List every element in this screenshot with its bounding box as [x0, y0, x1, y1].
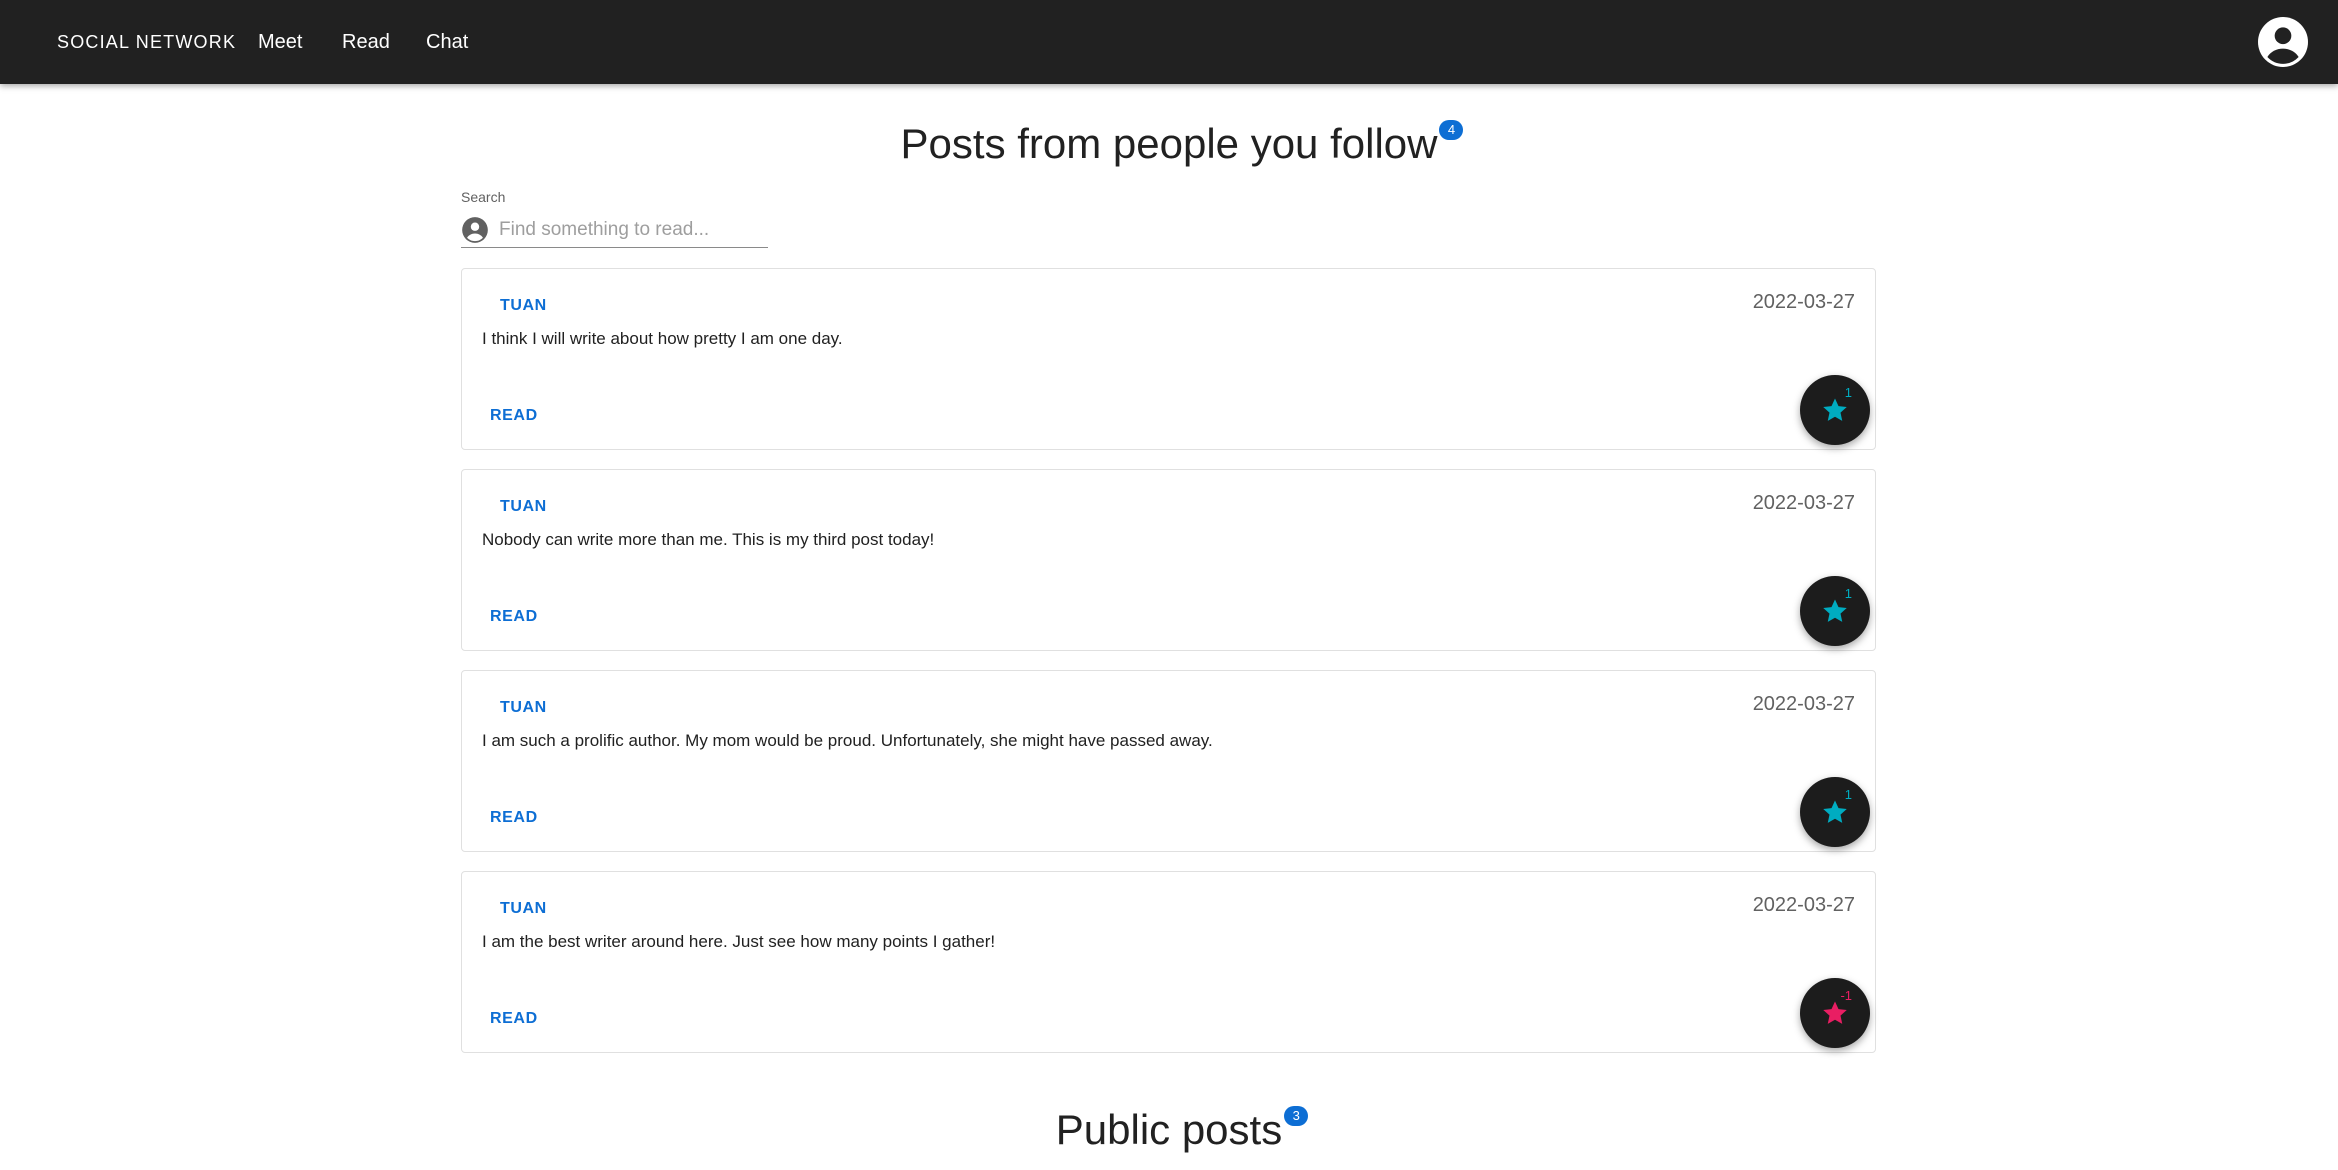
- post-author-button[interactable]: TUAN: [500, 498, 547, 516]
- app-brand[interactable]: SOCIAL NETWORK: [57, 0, 236, 84]
- post-text: Nobody can write more than me. This is m…: [482, 530, 935, 549]
- public-count-badge: 3: [1284, 1106, 1309, 1126]
- follow-section-title-text: Posts from people you follow: [900, 120, 1438, 167]
- star-points-button[interactable]: -1: [1800, 978, 1870, 1048]
- star-points-count: 1: [1844, 385, 1852, 400]
- star-points-button[interactable]: 1: [1800, 576, 1870, 646]
- post-text: I am such a prolific author. My mom woul…: [482, 731, 1213, 750]
- search-field: [461, 212, 768, 248]
- post-date: 2022-03-27: [1752, 693, 1855, 715]
- post-date: 2022-03-27: [1752, 492, 1855, 514]
- public-section-title-text: Public posts: [1055, 1106, 1283, 1153]
- star-points-count: 1: [1844, 586, 1852, 601]
- public-section-title: Public posts 3: [0, 1106, 2338, 1154]
- post-card: TUAN 2022-03-27 I am the best writer aro…: [461, 871, 1876, 1053]
- post-card: TUAN 2022-03-27 I think I will write abo…: [461, 268, 1876, 450]
- search-input[interactable]: [499, 218, 759, 241]
- post-author-button[interactable]: TUAN: [500, 297, 547, 315]
- nav-chat[interactable]: Chat: [426, 0, 468, 84]
- post-author-button[interactable]: TUAN: [500, 900, 547, 918]
- account-circle-icon: [461, 216, 489, 244]
- follow-count-badge: 4: [1439, 120, 1464, 140]
- post-card: TUAN 2022-03-27 Nobody can write more th…: [461, 469, 1876, 651]
- follow-section-title: Posts from people you follow 4: [0, 120, 2338, 168]
- post-date: 2022-03-27: [1752, 291, 1855, 313]
- post-text: I am the best writer around here. Just s…: [482, 932, 996, 951]
- star-points-button[interactable]: 1: [1800, 375, 1870, 445]
- search-label: Search: [461, 189, 506, 205]
- star-points-button[interactable]: 1: [1800, 777, 1870, 847]
- read-button[interactable]: READ: [490, 407, 538, 425]
- top-app-bar: SOCIAL NETWORK Meet Read Chat: [0, 0, 2338, 84]
- nav-read[interactable]: Read: [342, 0, 390, 84]
- star-points-count: 1: [1844, 787, 1852, 802]
- post-text: I think I will write about how pretty I …: [482, 329, 843, 348]
- read-button[interactable]: READ: [490, 1010, 538, 1028]
- read-button[interactable]: READ: [490, 809, 538, 827]
- star-points-count: -1: [1840, 988, 1852, 1003]
- read-button[interactable]: READ: [490, 608, 538, 626]
- nav-meet[interactable]: Meet: [258, 0, 302, 84]
- account-circle-icon[interactable]: [2258, 17, 2308, 67]
- post-author-button[interactable]: TUAN: [500, 699, 547, 717]
- post-date: 2022-03-27: [1752, 894, 1855, 916]
- post-card: TUAN 2022-03-27 I am such a prolific aut…: [461, 670, 1876, 852]
